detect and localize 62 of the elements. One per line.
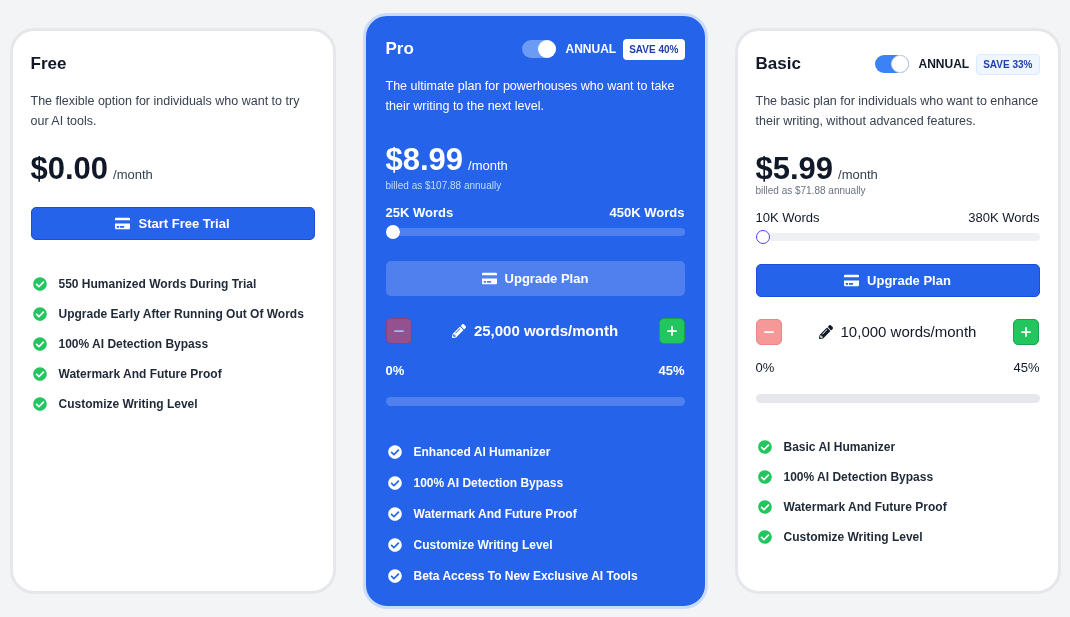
feature-text: 100% AI Detection Bypass bbox=[58, 336, 209, 353]
feature-text: Customize Writing Level bbox=[58, 396, 198, 413]
feature-text: Upgrade Early After Running Out Of Words bbox=[58, 306, 304, 323]
plan-description: The flexible option for individuals who want to try our AI tools. bbox=[30, 93, 301, 130]
discount-min-label: 0% bbox=[385, 362, 405, 380]
plan-name: Pro bbox=[385, 38, 414, 60]
save-badge: SAVE 33% bbox=[976, 53, 1040, 75]
feature-text: 100% AI Detection Bypass bbox=[783, 469, 934, 486]
discount-max-label: 45% bbox=[658, 362, 685, 380]
billed-note: billed as $107.88 annually bbox=[385, 179, 503, 192]
pencil-icon bbox=[451, 324, 466, 338]
slider-min-label: 25K Words bbox=[385, 204, 454, 222]
plan-description: The basic plan for individuals who want to enhance their writing, without advanced features. bbox=[755, 93, 1040, 130]
slider-max-label: 380K Words bbox=[968, 209, 1040, 227]
pencil-icon bbox=[818, 325, 833, 339]
credit-card-icon bbox=[481, 271, 497, 286]
price: $8.99 bbox=[385, 142, 464, 178]
slider-track[interactable] bbox=[399, 228, 685, 236]
slider-track[interactable] bbox=[769, 233, 1040, 241]
increase-button[interactable] bbox=[1013, 319, 1040, 345]
feature-text: Watermark And Future Proof bbox=[783, 499, 947, 516]
plan-button[interactable]: Upgrade Plan bbox=[385, 261, 685, 296]
credit-card-icon bbox=[844, 273, 860, 288]
slider-thumb[interactable] bbox=[385, 225, 400, 239]
plan-button[interactable]: Start Free Trial bbox=[30, 207, 315, 240]
plus-icon bbox=[1019, 325, 1034, 339]
plan-name: Free bbox=[30, 53, 67, 75]
billing-toggle[interactable] bbox=[874, 55, 909, 73]
plan-name: Basic bbox=[755, 53, 801, 75]
feature-text: Customize Writing Level bbox=[413, 537, 553, 554]
slider-min-label: 10K Words bbox=[755, 209, 820, 227]
plan-description: The ultimate plan for powerhouses who want to take their writing to the next level. bbox=[385, 78, 676, 115]
words-per-month: 10,000 words/month bbox=[840, 322, 977, 342]
discount-min-label: 0% bbox=[755, 359, 775, 377]
credit-card-icon bbox=[115, 216, 131, 231]
words-per-month: 25,000 words/month bbox=[473, 321, 619, 341]
discount-max-label: 45% bbox=[1013, 359, 1040, 377]
price: $0.00 bbox=[30, 151, 109, 187]
save-badge: SAVE 40% bbox=[623, 38, 685, 60]
annual-label: ANNUAL bbox=[918, 56, 970, 73]
feature-text: 100% AI Detection Bypass bbox=[413, 475, 564, 492]
feature-text: 550 Humanized Words During Trial bbox=[58, 276, 257, 293]
annual-label: ANNUAL bbox=[565, 41, 617, 58]
toggle-knob bbox=[537, 40, 556, 58]
price-period: /month bbox=[838, 166, 878, 184]
plan-button[interactable]: Upgrade Plan bbox=[755, 264, 1040, 297]
billed-note: billed as $71.88 annually bbox=[755, 184, 867, 197]
feature-text: Customize Writing Level bbox=[783, 529, 923, 546]
slider-max-label: 450K Words bbox=[609, 204, 685, 222]
feature-text: Beta Access To New Exclusive AI Tools bbox=[413, 568, 638, 585]
feature-text: Watermark And Future Proof bbox=[413, 506, 577, 523]
toggle-knob bbox=[890, 55, 909, 73]
feature-text: Basic AI Humanizer bbox=[783, 439, 896, 456]
price-period: /month bbox=[113, 166, 153, 184]
price: $5.99 bbox=[755, 151, 834, 186]
plus-icon bbox=[664, 324, 679, 338]
billing-toggle[interactable] bbox=[521, 40, 556, 58]
feature-text: Watermark And Future Proof bbox=[58, 366, 222, 383]
slider-thumb[interactable] bbox=[755, 230, 770, 244]
increase-button[interactable] bbox=[658, 318, 685, 344]
feature-text: Enhanced AI Humanizer bbox=[413, 444, 551, 461]
price-period: /month bbox=[468, 157, 508, 175]
